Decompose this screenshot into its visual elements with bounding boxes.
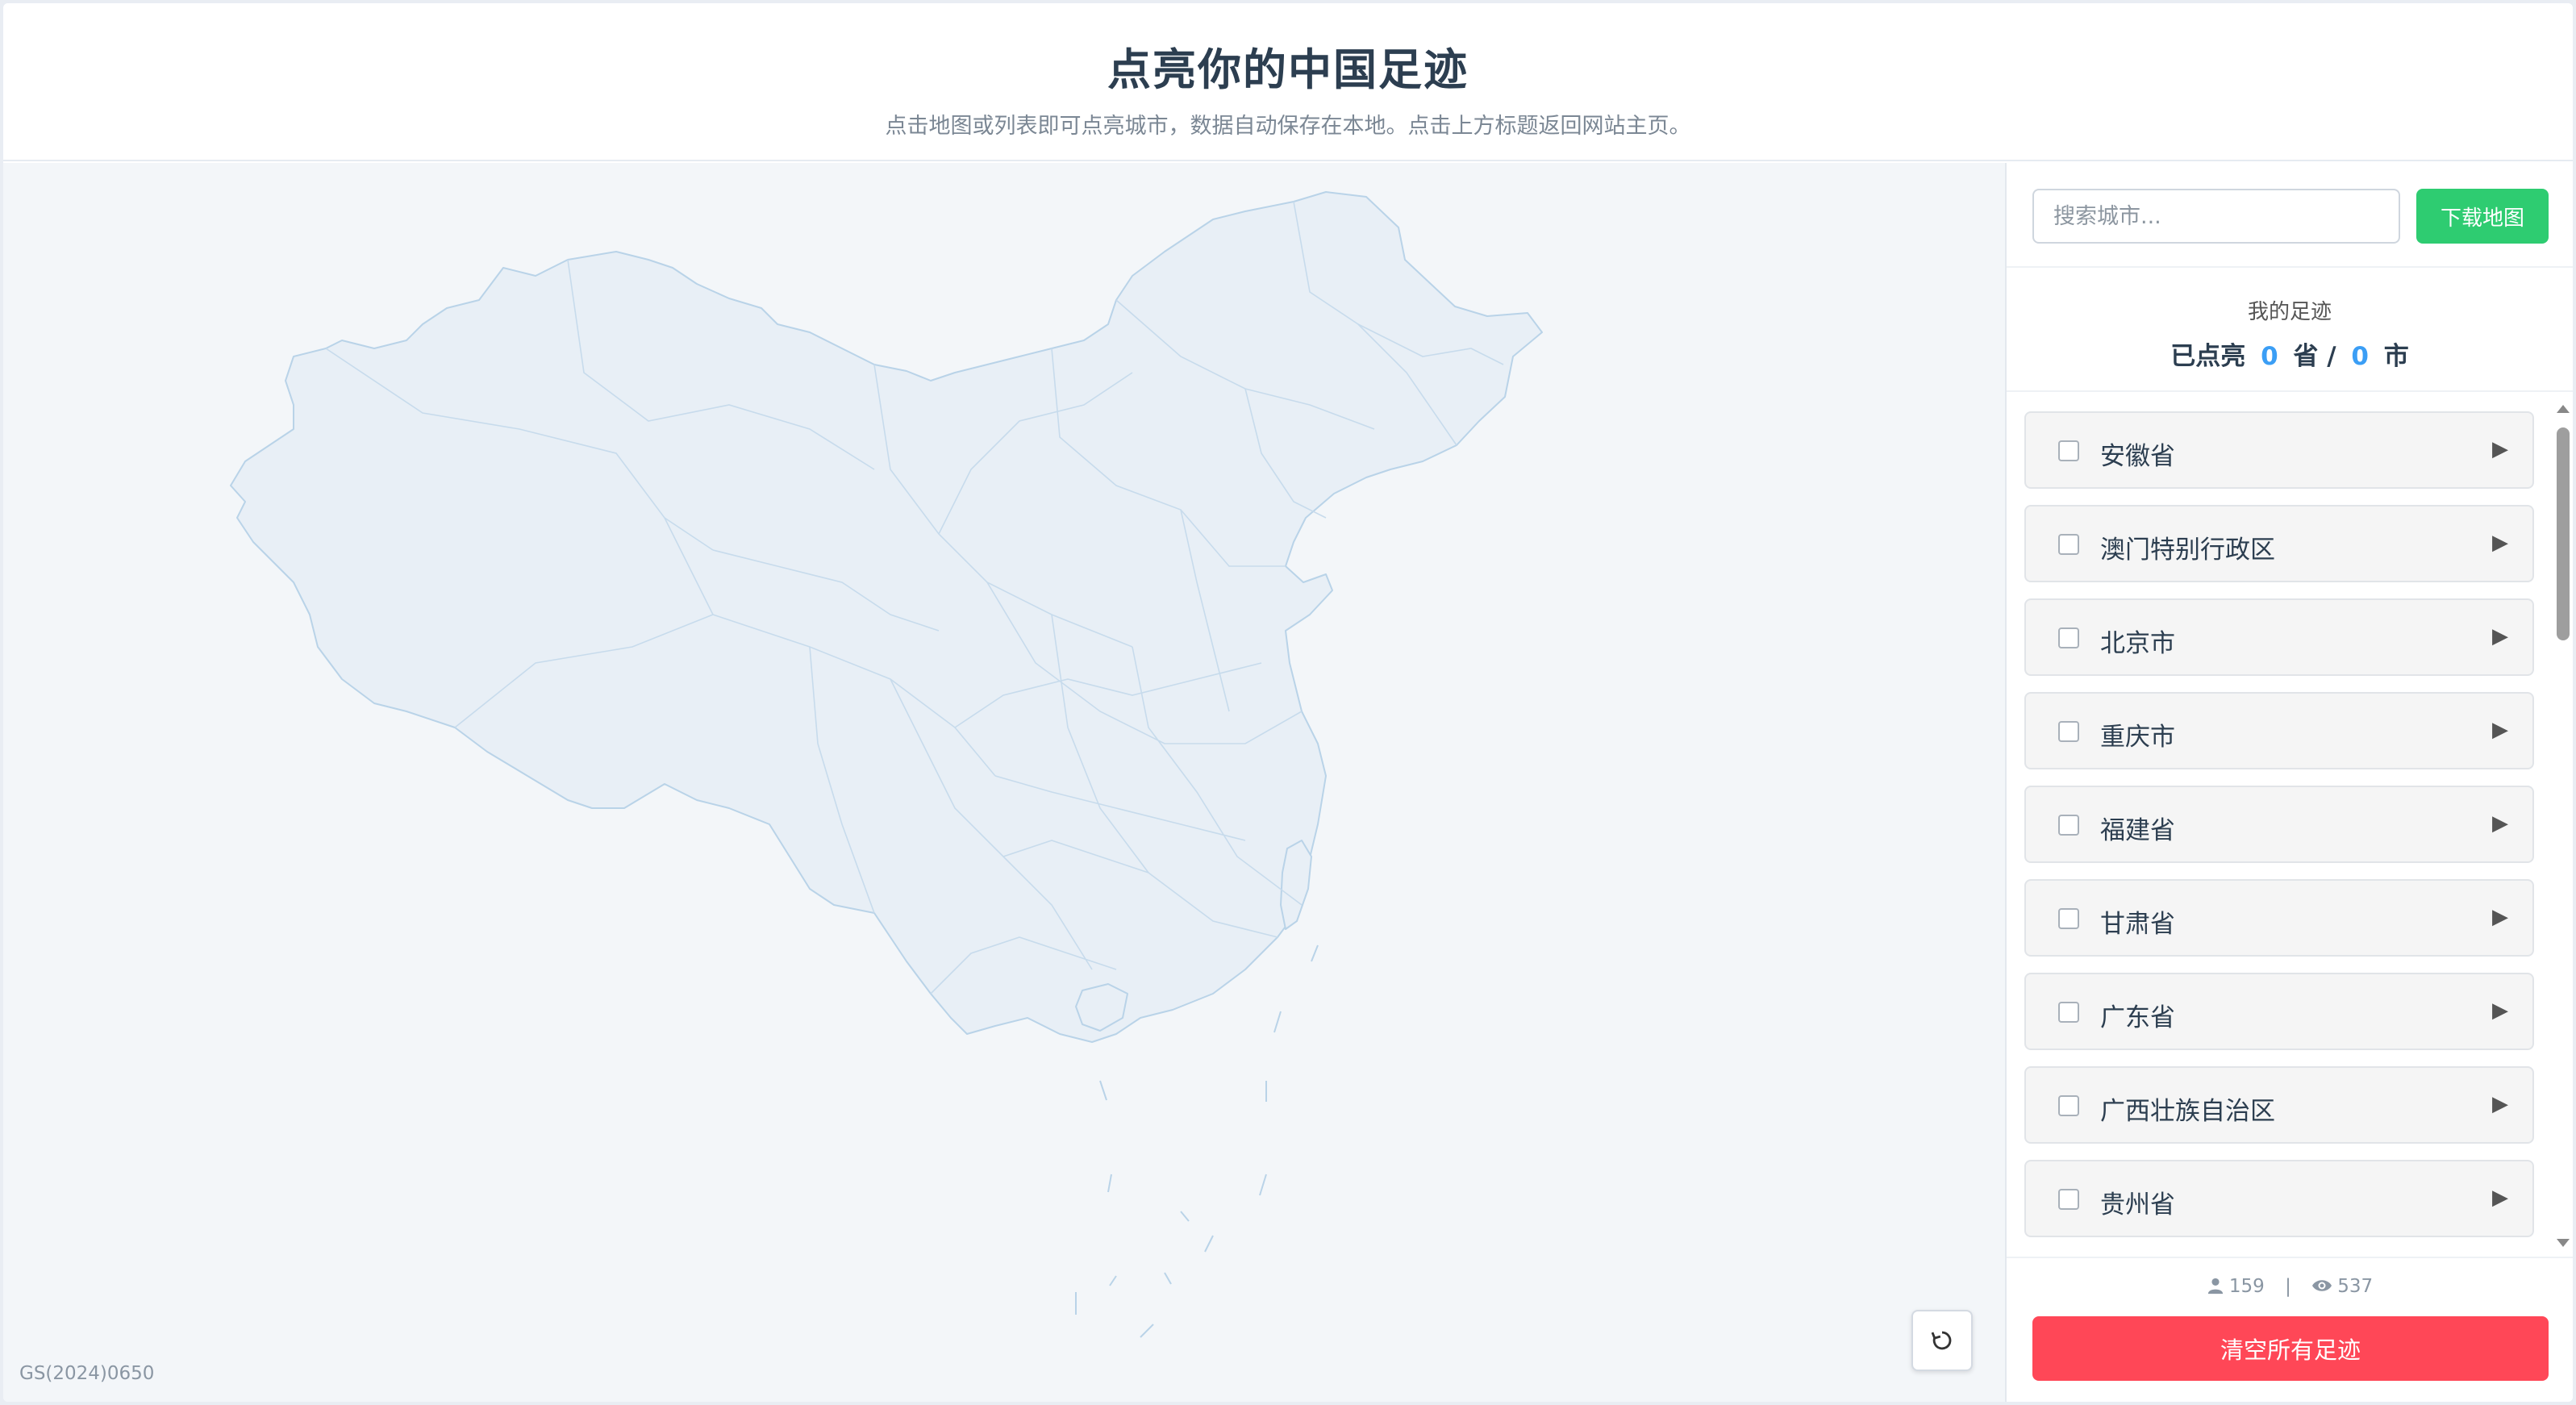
clear-all-button[interactable]: 清空所有足迹 [2032,1316,2549,1381]
visit-counter: 159 | 537 [2007,1276,2573,1297]
city-count: 0 [2351,342,2369,371]
app-window: 点亮你的中国足迹 点击地图或列表即可点亮城市，数据自动保存在本地。点击上方标题返… [3,3,2573,1402]
province-name: 福建省 [2100,816,2175,845]
expand-arrow-icon[interactable]: ▶ [2492,811,2508,836]
province-checkbox[interactable] [2058,1189,2079,1210]
province-item[interactable]: 福建省 ▶ [2024,786,2534,863]
expand-arrow-icon[interactable]: ▶ [2492,624,2508,648]
province-checkbox[interactable] [2058,534,2079,555]
expand-arrow-icon[interactable]: ▶ [2492,1186,2508,1210]
province-name: 重庆市 [2100,723,2175,752]
expand-arrow-icon[interactable]: ▶ [2492,531,2508,555]
stats-summary: 已点亮 0 省 / 0 市 [2007,336,2573,372]
province-name: 澳门特别行政区 [2100,536,2275,565]
province-name: 甘肃省 [2100,910,2175,939]
eye-icon [2312,1280,2332,1291]
province-item[interactable]: 北京市 ▶ [2024,598,2534,676]
user-icon [2207,1278,2224,1295]
map-approval-number: GS(2024)0650 [19,1363,155,1384]
province-item[interactable]: 安徽省 ▶ [2024,411,2534,489]
map-container[interactable]: GS(2024)0650 [3,163,2005,1402]
province-checkbox[interactable] [2058,627,2079,648]
expand-arrow-icon[interactable]: ▶ [2492,437,2508,461]
map-mainland [230,191,1543,1043]
province-checkbox[interactable] [2058,1095,2079,1116]
page-header: 点亮你的中国足迹 点击地图或列表即可点亮城市，数据自动保存在本地。点击上方标题返… [3,3,2573,161]
province-name: 北京市 [2100,629,2175,658]
search-toolbar: 下载地图 [2007,163,2573,268]
province-checkbox[interactable] [2058,721,2079,742]
scroll-up-arrow-icon[interactable] [2557,405,2570,413]
province-checkbox[interactable] [2058,815,2079,836]
expand-arrow-icon[interactable]: ▶ [2492,999,2508,1023]
view-count: 537 [2337,1276,2374,1297]
stats-heading: 我的足迹 [2247,300,2332,324]
province-item[interactable]: 甘肃省 ▶ [2024,879,2534,957]
province-item[interactable]: 广西壮族自治区 ▶ [2024,1066,2534,1144]
counter-separator: | [2285,1276,2291,1297]
province-unit: 省 / [2293,342,2336,371]
province-name: 广东省 [2100,1003,2175,1032]
china-map[interactable] [3,163,2005,1402]
page-title[interactable]: 点亮你的中国足迹 [3,34,2573,98]
list-scrollbar[interactable] [2555,394,2571,1255]
province-name: 贵州省 [2100,1190,2175,1219]
footprint-stats: 我的足迹 已点亮 0 省 / 0 市 [2007,269,2573,392]
province-count: 0 [2261,342,2278,371]
reset-view-button[interactable] [1911,1310,1973,1371]
stats-prefix: 已点亮 [2170,342,2246,371]
province-item[interactable]: 贵州省 ▶ [2024,1160,2534,1237]
sidebar: 下载地图 我的足迹 已点亮 0 省 / 0 市 安徽省 ▶ 澳门特别行政区 ▶ [2005,163,2573,1402]
refresh-icon [1931,1331,1952,1350]
map-taiwan [1280,840,1312,930]
expand-arrow-icon[interactable]: ▶ [2492,1092,2508,1116]
expand-arrow-icon[interactable]: ▶ [2492,905,2508,929]
province-checkbox[interactable] [2058,1002,2079,1023]
sidebar-footer: 159 | 537 清空所有足迹 [2007,1257,2573,1402]
province-list[interactable]: 安徽省 ▶ 澳门特别行政区 ▶ 北京市 ▶ 重庆市 ▶ 福建省 ▶ 甘肃省 ▶ … [2007,394,2573,1255]
province-name: 安徽省 [2100,442,2175,471]
visitor-count: 159 [2228,1276,2265,1297]
province-name: 广西壮族自治区 [2100,1097,2275,1126]
province-checkbox[interactable] [2058,908,2079,929]
page-subtitle: 点击地图或列表即可点亮城市，数据自动保存在本地。点击上方标题返回网站主页。 [885,114,1691,139]
scroll-thumb[interactable] [2557,427,2570,640]
province-item[interactable]: 澳门特别行政区 ▶ [2024,505,2534,582]
province-checkbox[interactable] [2058,440,2079,461]
province-item[interactable]: 广东省 ▶ [2024,973,2534,1050]
expand-arrow-icon[interactable]: ▶ [2492,718,2508,742]
province-item[interactable]: 重庆市 ▶ [2024,692,2534,769]
city-search-input[interactable] [2032,189,2400,244]
download-map-button[interactable]: 下载地图 [2416,189,2549,244]
city-unit: 市 [2383,342,2409,371]
scroll-down-arrow-icon[interactable] [2557,1239,2570,1247]
